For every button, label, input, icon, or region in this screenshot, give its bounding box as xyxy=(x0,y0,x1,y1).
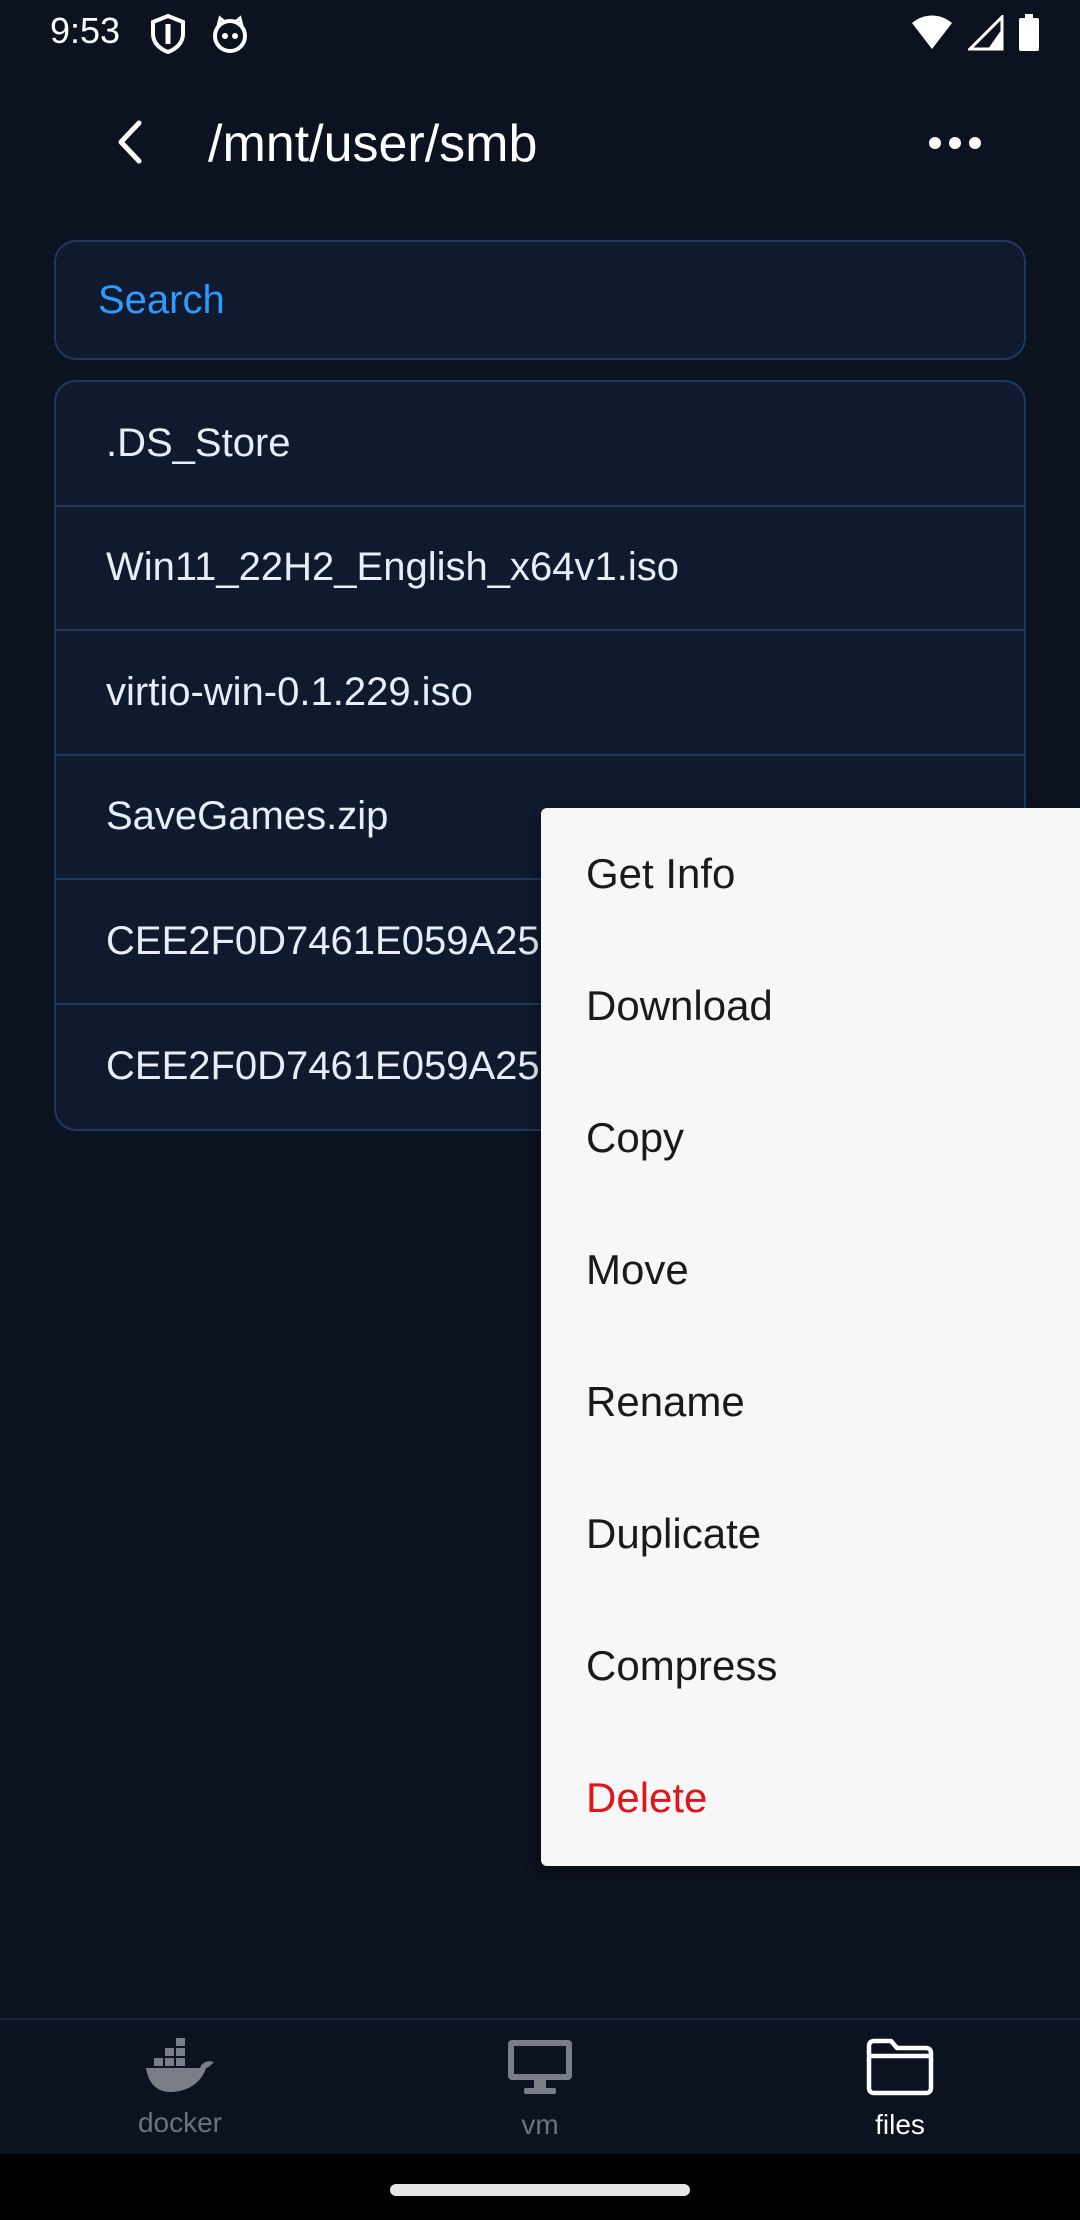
app-header: /mnt/user/smb xyxy=(0,100,1080,190)
battery-icon xyxy=(1018,14,1040,57)
bottom-nav: docker vm files xyxy=(0,2018,1080,2154)
wifi-icon xyxy=(910,15,954,56)
nav-label-files: files xyxy=(875,2109,925,2140)
status-right-icons xyxy=(910,13,1040,57)
gesture-handle[interactable] xyxy=(390,2184,690,2196)
menu-item-download[interactable]: Download xyxy=(541,940,1080,1072)
file-row[interactable]: Win11_22H2_English_x64v1.iso xyxy=(56,507,1024,631)
menu-item-copy[interactable]: Copy xyxy=(541,1072,1080,1204)
search-box[interactable] xyxy=(54,240,1026,360)
menu-item-compress[interactable]: Compress xyxy=(541,1600,1080,1732)
search-input[interactable] xyxy=(98,277,1024,323)
menu-item-rename[interactable]: Rename xyxy=(541,1336,1080,1468)
chevron-left-icon xyxy=(115,119,145,170)
menu-item-duplicate[interactable]: Duplicate xyxy=(541,1468,1080,1600)
cell-signal-icon xyxy=(966,13,1004,56)
menu-item-get-info[interactable]: Get Info xyxy=(541,808,1080,940)
more-options-button[interactable] xyxy=(920,120,990,170)
file-row[interactable]: .DS_Store xyxy=(56,382,1024,507)
back-button[interactable] xyxy=(100,114,160,174)
page-title: /mnt/user/smb xyxy=(208,115,538,173)
folder-icon xyxy=(865,2038,935,2101)
nav-item-vm[interactable]: vm xyxy=(360,2020,720,2154)
menu-item-delete[interactable]: Delete xyxy=(541,1732,1080,1864)
more-horizontal-icon xyxy=(928,136,982,155)
menu-item-move[interactable]: Move xyxy=(541,1204,1080,1336)
status-time: 9:53 xyxy=(50,10,121,51)
monitor-icon xyxy=(506,2038,574,2101)
nav-label-vm: vm xyxy=(521,2109,559,2140)
docker-whale-icon xyxy=(144,2038,216,2099)
file-row[interactable]: virtio-win-0.1.229.iso xyxy=(56,631,1024,756)
nav-label-docker: docker xyxy=(137,2107,223,2138)
nav-item-docker[interactable]: docker xyxy=(0,2020,360,2154)
status-bar: 9:53 xyxy=(0,0,1080,66)
shield-icon xyxy=(150,13,186,59)
gesture-area xyxy=(0,2154,1080,2220)
cat-face-icon xyxy=(210,14,250,59)
status-left-icons xyxy=(150,13,250,59)
nav-item-files[interactable]: files xyxy=(720,2020,1080,2154)
context-menu: Get Info Download Copy Move Rename Dupli… xyxy=(541,808,1080,1866)
